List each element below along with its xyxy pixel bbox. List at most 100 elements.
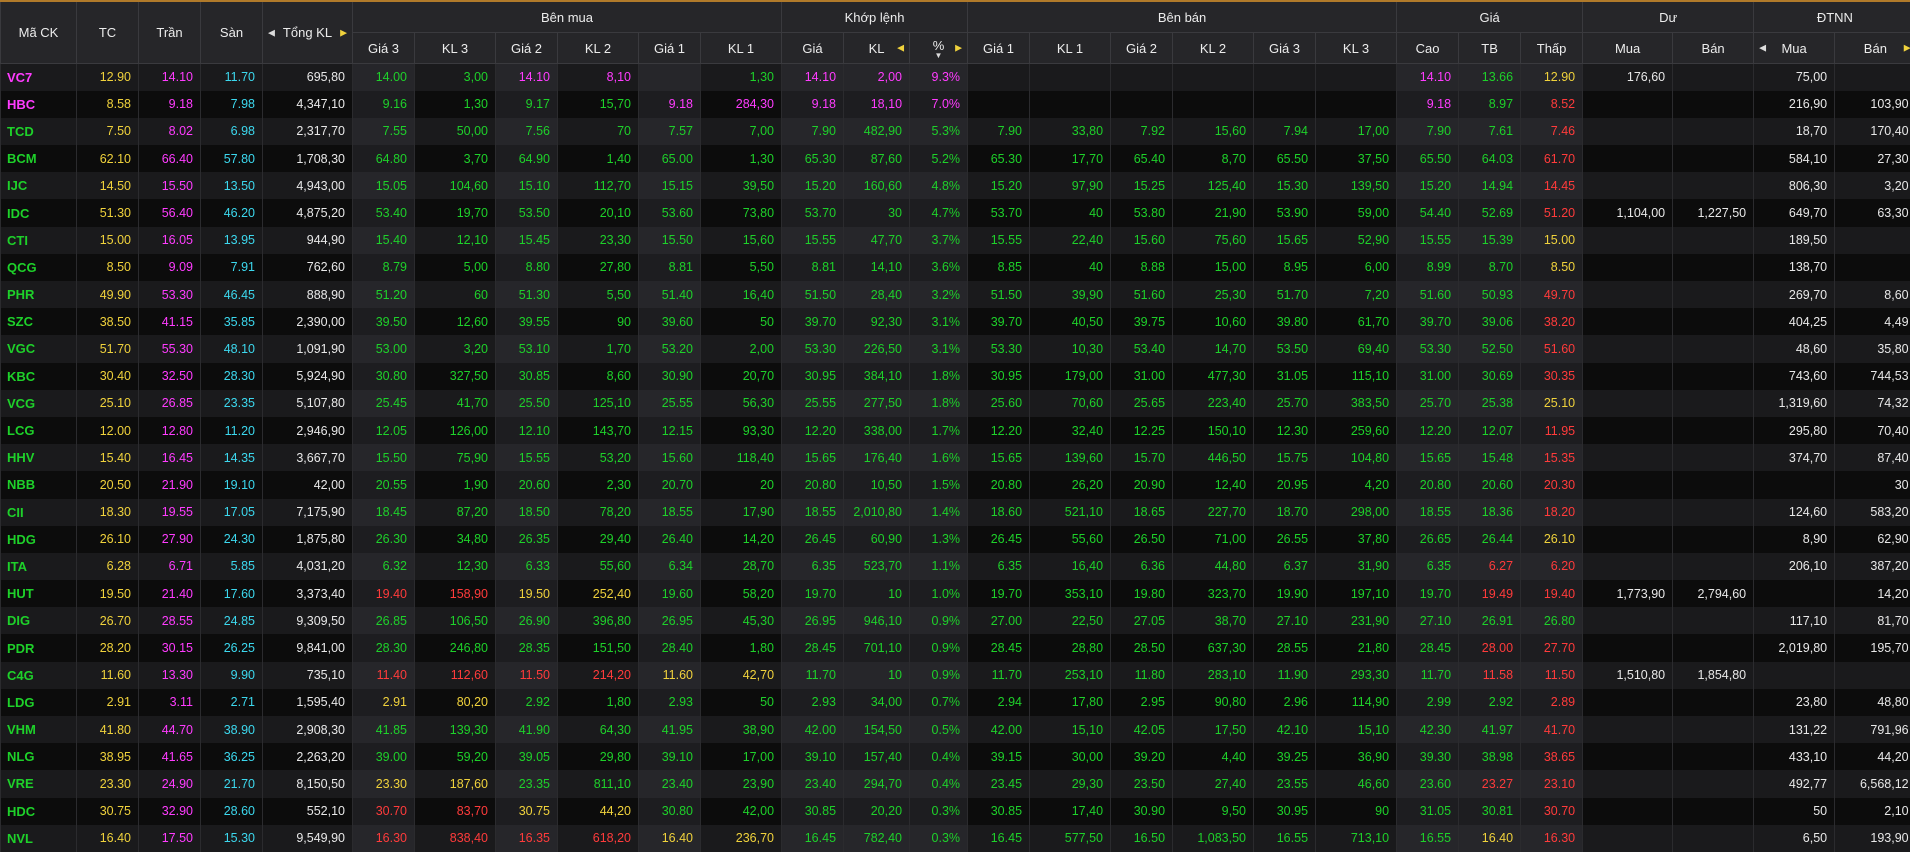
table-row[interactable]: HUT19.5021.4017.603,373,4019.40158,9019.… bbox=[1, 580, 1910, 607]
table-row[interactable]: NBB20.5021.9019.1042,0020.551,9020.602,3… bbox=[1, 471, 1910, 498]
header-bid-vol-1[interactable]: KL 1 bbox=[701, 33, 782, 64]
header-remain-buy[interactable]: Mua bbox=[1583, 33, 1673, 64]
table-row[interactable]: HBC8.589.187.984,347,109.161,309.1715,70… bbox=[1, 91, 1910, 118]
cell-average: 52.50 bbox=[1459, 335, 1521, 362]
prev-column-icon[interactable]: ◀ bbox=[897, 43, 904, 54]
header-ask-vol-1[interactable]: KL 1 bbox=[1030, 33, 1111, 64]
next-column-icon[interactable]: ▶ bbox=[955, 43, 962, 54]
header-low[interactable]: Thấp bbox=[1521, 33, 1583, 64]
cell-ask-vol-3: 31,90 bbox=[1316, 553, 1397, 580]
header-bid-vol-3[interactable]: KL 3 bbox=[415, 33, 496, 64]
cell-ticker[interactable]: TCD bbox=[1, 118, 77, 145]
cell-ticker[interactable]: HDC bbox=[1, 798, 77, 825]
header-match-volume[interactable]: KL ◀ bbox=[844, 33, 910, 64]
table-row[interactable]: HHV15.4016.4514.353,667,7015.5075,9015.5… bbox=[1, 444, 1910, 471]
table-row[interactable]: PHR49.9053.3046.45888,9051.206051.305,50… bbox=[1, 281, 1910, 308]
header-remain-sell[interactable]: Bán bbox=[1673, 33, 1754, 64]
table-row[interactable]: CTI15.0016.0513.95944,9015.4012,1015.452… bbox=[1, 227, 1910, 254]
header-ask-price-3[interactable]: Giá 3 bbox=[1254, 33, 1316, 64]
cell-bid-price-2: 15.55 bbox=[496, 444, 558, 471]
cell-ticker[interactable]: C4G bbox=[1, 662, 77, 689]
table-row[interactable]: NLG38.9541.6536.252,263,2039.0059,2039.0… bbox=[1, 743, 1910, 770]
header-match-price[interactable]: Giá bbox=[782, 33, 844, 64]
header-foreign-buy[interactable]: ◀ Mua bbox=[1754, 33, 1835, 64]
header-bid-price-2[interactable]: Giá 2 bbox=[496, 33, 558, 64]
header-ask-vol-2[interactable]: KL 2 bbox=[1173, 33, 1254, 64]
header-ticker[interactable]: Mã CK bbox=[1, 2, 77, 64]
table-row[interactable]: PDR28.2030.1526.259,841,0028.30246,8028.… bbox=[1, 634, 1910, 661]
cell-ticker[interactable]: VGC bbox=[1, 335, 77, 362]
cell-high: 39.70 bbox=[1397, 308, 1459, 335]
cell-ticker[interactable]: HUT bbox=[1, 580, 77, 607]
header-floor[interactable]: Sàn bbox=[201, 2, 263, 64]
header-bid-price-1[interactable]: Giá 1 bbox=[639, 33, 701, 64]
cell-low: 30.70 bbox=[1521, 798, 1583, 825]
cell-ticker[interactable]: QCG bbox=[1, 254, 77, 281]
table-row[interactable]: DIG26.7028.5524.859,309,5026.85106,5026.… bbox=[1, 607, 1910, 634]
cell-ticker[interactable]: VCG bbox=[1, 390, 77, 417]
table-row[interactable]: VHM41.8044.7038.902,908,3041.85139,3041.… bbox=[1, 716, 1910, 743]
table-row[interactable]: QCG8.509.097.91762,608.795,008.8027,808.… bbox=[1, 254, 1910, 281]
cell-ticker[interactable]: DIG bbox=[1, 607, 77, 634]
cell-ticker[interactable]: PDR bbox=[1, 634, 77, 661]
table-row[interactable]: BCM62.1066.4057.801,708,3064.803,7064.90… bbox=[1, 145, 1910, 172]
header-ceiling[interactable]: Trần bbox=[139, 2, 201, 64]
cell-ask-price-1: 53.70 bbox=[968, 199, 1030, 226]
cell-ticker[interactable]: NBB bbox=[1, 471, 77, 498]
header-match-percent[interactable]: % ▼ ▶ bbox=[910, 33, 968, 64]
table-row[interactable]: TCD7.508.026.982,317,707.5550,007.56707.… bbox=[1, 118, 1910, 145]
header-ask-price-1[interactable]: Giá 1 bbox=[968, 33, 1030, 64]
cell-ticker[interactable]: NVL bbox=[1, 825, 77, 852]
table-row[interactable]: ITA6.286.715.854,031,206.3212,306.3355,6… bbox=[1, 553, 1910, 580]
table-row[interactable]: NVL16.4017.5015.309,549,9016.30838,4016.… bbox=[1, 825, 1910, 852]
cell-ticker[interactable]: NLG bbox=[1, 743, 77, 770]
table-row[interactable]: VCG25.1026.8523.355,107,8025.4541,7025.5… bbox=[1, 390, 1910, 417]
cell-foreign-buy: 206,10 bbox=[1754, 553, 1835, 580]
cell-ticker[interactable]: KBC bbox=[1, 363, 77, 390]
scroll-right-icon[interactable]: ▶ bbox=[340, 27, 347, 38]
header-average[interactable]: TB bbox=[1459, 33, 1521, 64]
scroll-left-icon[interactable]: ◀ bbox=[268, 27, 275, 38]
cell-ask-vol-1: 577,50 bbox=[1030, 825, 1111, 852]
header-ask-vol-3[interactable]: KL 3 bbox=[1316, 33, 1397, 64]
cell-ticker[interactable]: HDG bbox=[1, 526, 77, 553]
table-row[interactable]: LDG2.913.112.711,595,402.9180,202.921,80… bbox=[1, 689, 1910, 716]
table-row[interactable]: LCG12.0012.8011.202,946,9012.05126,0012.… bbox=[1, 417, 1910, 444]
header-total-volume[interactable]: ◀ Tổng KL ▶ bbox=[263, 2, 353, 64]
header-bid-price-3[interactable]: Giá 3 bbox=[353, 33, 415, 64]
cell-ticker[interactable]: CTI bbox=[1, 227, 77, 254]
table-row[interactable]: HDG26.1027.9024.301,875,8026.3034,8026.3… bbox=[1, 526, 1910, 553]
table-row[interactable]: SZC38.5041.1535.852,390,0039.5012,6039.5… bbox=[1, 308, 1910, 335]
table-row[interactable]: VC712.9014.1011.70695,8014.003,0014.108,… bbox=[1, 64, 1910, 91]
header-foreign-sell[interactable]: Bán ▶ bbox=[1835, 33, 1910, 64]
cell-ticker[interactable]: CII bbox=[1, 499, 77, 526]
table-row[interactable]: VRE23.3024.9021.708,150,5023.30187,6023.… bbox=[1, 770, 1910, 797]
cell-ticker[interactable]: HHV bbox=[1, 444, 77, 471]
cell-ticker[interactable]: PHR bbox=[1, 281, 77, 308]
table-row[interactable]: KBC30.4032.5028.305,924,9030.80327,5030.… bbox=[1, 363, 1910, 390]
table-row[interactable]: IJC14.5015.5013.504,943,0015.05104,6015.… bbox=[1, 172, 1910, 199]
foreign-scroll-left-icon[interactable]: ◀ bbox=[1759, 43, 1766, 54]
cell-ticker[interactable]: HBC bbox=[1, 91, 77, 118]
cell-ticker[interactable]: VRE bbox=[1, 770, 77, 797]
cell-ticker[interactable]: IDC bbox=[1, 199, 77, 226]
cell-ticker[interactable]: SZC bbox=[1, 308, 77, 335]
table-row[interactable]: CII18.3019.5517.057,175,9018.4587,2018.5… bbox=[1, 499, 1910, 526]
cell-ticker[interactable]: LDG bbox=[1, 689, 77, 716]
cell-ticker[interactable]: BCM bbox=[1, 145, 77, 172]
table-row[interactable]: VGC51.7055.3048.101,091,9053.003,2053.10… bbox=[1, 335, 1910, 362]
cell-ticker[interactable]: VC7 bbox=[1, 64, 77, 91]
table-row[interactable]: HDC30.7532.9028.60552,1030.7083,7030.754… bbox=[1, 798, 1910, 825]
cell-ticker[interactable]: IJC bbox=[1, 172, 77, 199]
cell-ask-price-1: 8.85 bbox=[968, 254, 1030, 281]
cell-ticker[interactable]: LCG bbox=[1, 417, 77, 444]
cell-ticker[interactable]: VHM bbox=[1, 716, 77, 743]
foreign-scroll-right-icon[interactable]: ▶ bbox=[1904, 43, 1910, 54]
header-ask-price-2[interactable]: Giá 2 bbox=[1111, 33, 1173, 64]
cell-ticker[interactable]: ITA bbox=[1, 553, 77, 580]
header-bid-vol-2[interactable]: KL 2 bbox=[558, 33, 639, 64]
table-row[interactable]: IDC51.3056.4046.204,875,2053.4019,7053.5… bbox=[1, 199, 1910, 226]
table-row[interactable]: C4G11.6013.309.90735,1011.40112,6011.502… bbox=[1, 662, 1910, 689]
header-high[interactable]: Cao bbox=[1397, 33, 1459, 64]
header-ref[interactable]: TC bbox=[77, 2, 139, 64]
